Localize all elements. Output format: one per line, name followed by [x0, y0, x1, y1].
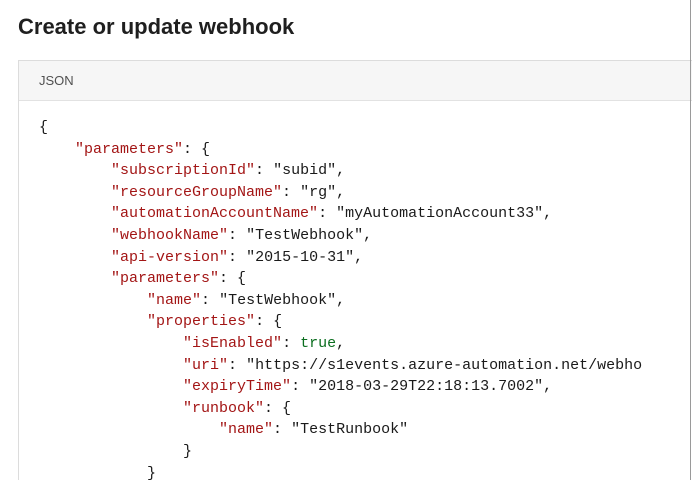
json-key: "api-version" — [111, 248, 229, 266]
json-punctuation: , — [336, 183, 346, 201]
json-punctuation: : { — [183, 140, 211, 158]
json-punctuation: : — [282, 334, 301, 352]
json-punctuation: , — [336, 162, 346, 180]
json-punctuation: , — [543, 205, 553, 223]
code-line: "properties": { — [39, 311, 692, 333]
json-punctuation: : { — [264, 399, 292, 417]
json-punctuation: : — [228, 356, 247, 374]
json-code-block[interactable]: { "parameters": { "subscriptionId": "sub… — [39, 117, 692, 480]
json-string-value: "TestWebhook" — [219, 291, 337, 309]
json-string-value: "https://s1events.azure-automation.net/w… — [246, 356, 643, 374]
code-line: { — [39, 117, 692, 139]
json-punctuation — [39, 400, 183, 417]
json-punctuation: : — [318, 205, 337, 223]
json-key: "name" — [219, 421, 274, 439]
code-language-label: JSON — [39, 73, 74, 88]
json-string-value: "TestRunbook" — [291, 421, 409, 439]
window-edge-divider — [690, 0, 691, 480]
code-line: "isEnabled": true, — [39, 333, 692, 355]
json-key: "parameters" — [75, 140, 184, 158]
json-string-value: "rg" — [300, 183, 337, 201]
code-sample-panel: JSON { "parameters": { "subscriptionId":… — [18, 60, 692, 480]
json-punctuation: : { — [255, 313, 283, 331]
code-line: "resourceGroupName": "rg", — [39, 182, 692, 204]
json-boolean-value: true — [300, 334, 337, 352]
json-string-value: "2018-03-29T22:18:13.7002" — [309, 378, 544, 396]
code-line: "api-version": "2015-10-31", — [39, 247, 692, 269]
code-line: "expiryTime": "2018-03-29T22:18:13.7002"… — [39, 376, 692, 398]
json-key: "subscriptionId" — [111, 162, 256, 180]
json-string-value: "myAutomationAccount33" — [336, 205, 544, 223]
page-title: Create or update webhook — [18, 14, 295, 39]
json-punctuation — [39, 184, 111, 201]
json-string-value: "2015-10-31" — [246, 248, 355, 266]
code-language-header: JSON — [19, 61, 692, 101]
code-line: "parameters": { — [39, 268, 692, 290]
code-line: "subscriptionId": "subid", — [39, 160, 692, 182]
json-punctuation: : — [201, 291, 220, 309]
code-line: "runbook": { — [39, 398, 692, 420]
json-punctuation: , — [354, 248, 364, 266]
json-punctuation — [39, 249, 111, 266]
code-line: "parameters": { — [39, 139, 692, 161]
json-punctuation: : — [255, 162, 274, 180]
json-punctuation — [39, 313, 147, 330]
json-punctuation: : — [291, 378, 310, 396]
json-punctuation: : — [282, 183, 301, 201]
json-key: "uri" — [183, 356, 229, 374]
json-key: "parameters" — [111, 270, 220, 288]
code-line: "name": "TestRunbook" — [39, 419, 692, 441]
json-key: "expiryTime" — [183, 378, 292, 396]
json-punctuation: , — [336, 291, 346, 309]
json-punctuation — [39, 227, 111, 244]
code-line: "name": "TestWebhook", — [39, 290, 692, 312]
json-punctuation: , — [363, 226, 373, 244]
json-key: "isEnabled" — [183, 334, 283, 352]
json-key: "properties" — [147, 313, 256, 331]
json-punctuation: } — [39, 442, 193, 460]
code-line: } — [39, 463, 692, 480]
json-key: "resourceGroupName" — [111, 183, 283, 201]
json-punctuation: , — [543, 378, 553, 396]
json-punctuation: , — [336, 334, 346, 352]
json-punctuation — [39, 292, 147, 309]
json-punctuation: { — [39, 119, 49, 136]
json-punctuation: : — [228, 248, 247, 266]
json-string-value: "TestWebhook" — [246, 226, 364, 244]
json-punctuation — [39, 357, 183, 374]
json-punctuation: : { — [219, 270, 247, 288]
json-punctuation: : — [228, 226, 247, 244]
json-punctuation — [39, 162, 111, 179]
json-punctuation — [39, 421, 219, 438]
json-punctuation — [39, 270, 111, 287]
code-line: "webhookName": "TestWebhook", — [39, 225, 692, 247]
json-punctuation: : — [273, 421, 292, 439]
json-key: "webhookName" — [111, 226, 229, 244]
json-key: "runbook" — [183, 399, 265, 417]
code-line: } — [39, 441, 692, 463]
json-key: "automationAccountName" — [111, 205, 319, 223]
json-key: "name" — [147, 291, 202, 309]
json-punctuation: } — [39, 464, 157, 480]
page: Create or update webhook JSON { "paramet… — [0, 0, 692, 480]
json-punctuation — [39, 205, 111, 222]
code-line: "automationAccountName": "myAutomationAc… — [39, 203, 692, 225]
json-string-value: "subid" — [273, 162, 337, 180]
json-punctuation — [39, 335, 183, 352]
json-punctuation — [39, 141, 75, 158]
json-punctuation — [39, 378, 183, 395]
code-line: "uri": "https://s1events.azure-automatio… — [39, 355, 692, 377]
